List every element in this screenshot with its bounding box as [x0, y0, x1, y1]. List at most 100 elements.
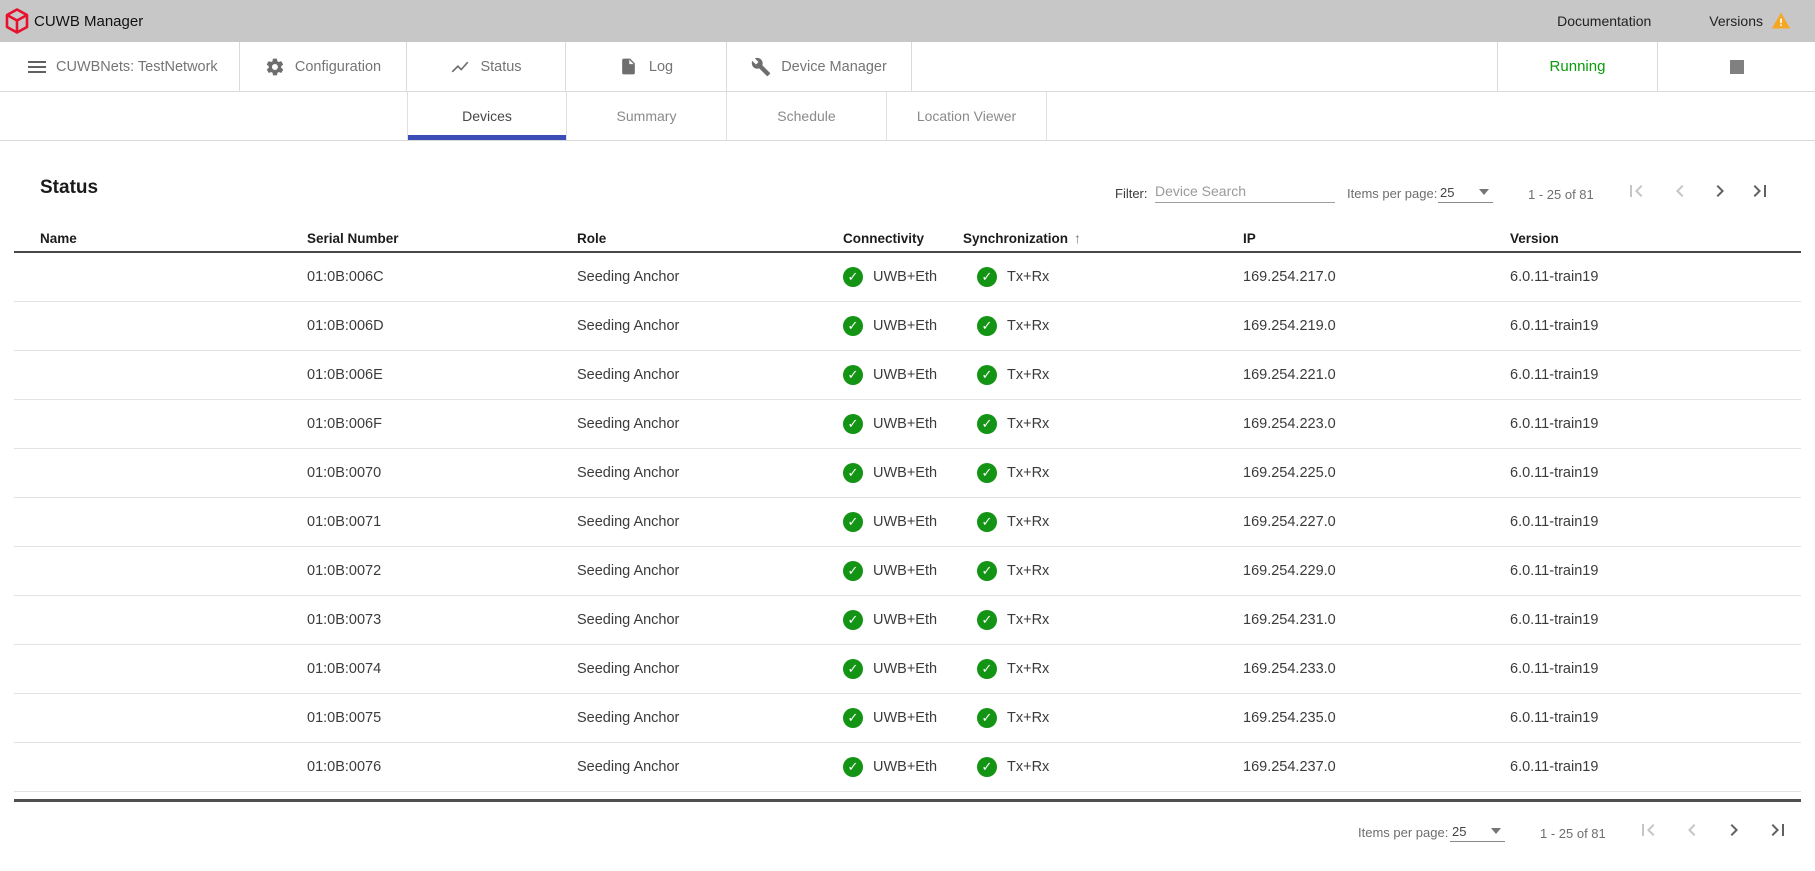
table-row: 01:0B:0074 Seeding Anchor ✓ UWB+Eth ✓ Tx…	[14, 645, 1801, 694]
last-page-button[interactable]	[1764, 816, 1792, 844]
top-bar: CUWB Manager Documentation Versions	[0, 0, 1815, 42]
subtab-schedule-label: Schedule	[777, 108, 835, 124]
cell-role: Seeding Anchor	[577, 710, 843, 726]
versions-link[interactable]: Versions	[1709, 13, 1763, 29]
cell-serial-number: 01:0B:006D	[307, 318, 577, 334]
cell-version: 6.0.11-train19	[1510, 465, 1801, 481]
check-circle-icon: ✓	[843, 561, 863, 581]
cell-version: 6.0.11-train19	[1510, 416, 1801, 432]
documentation-link[interactable]: Documentation	[1557, 13, 1651, 29]
cell-ip: 169.254.231.0	[1243, 612, 1510, 628]
cell-version: 6.0.11-train19	[1510, 514, 1801, 530]
network-label: CUWBNets: TestNetwork	[56, 59, 218, 75]
cell-role: Seeding Anchor	[577, 269, 843, 285]
subtab-location-viewer[interactable]: Location Viewer	[887, 92, 1047, 140]
table-row: 01:0B:0072 Seeding Anchor ✓ UWB+Eth ✓ Tx…	[14, 547, 1801, 596]
tab-configuration[interactable]: Configuration	[240, 42, 407, 91]
tab-device-manager-label: Device Manager	[781, 59, 887, 75]
cell-synchronization: ✓ Tx+Rx	[963, 463, 1243, 483]
page-range-label: 1 - 25 of 81	[1540, 826, 1606, 841]
check-circle-icon: ✓	[843, 267, 863, 287]
cell-version: 6.0.11-train19	[1510, 612, 1801, 628]
table-body: 01:0B:006C Seeding Anchor ✓ UWB+Eth ✓ Tx…	[14, 253, 1801, 792]
column-header-connectivity[interactable]: Connectivity	[843, 231, 963, 246]
cell-role: Seeding Anchor	[577, 416, 843, 432]
column-header-name[interactable]: Name	[14, 231, 307, 246]
column-header-version[interactable]: Version	[1510, 231, 1801, 246]
tab-status[interactable]: Status	[407, 42, 566, 91]
cell-role: Seeding Anchor	[577, 465, 843, 481]
cell-serial-number: 01:0B:006F	[307, 416, 577, 432]
column-header-serial-number[interactable]: Serial Number	[307, 231, 577, 246]
chevron-down-icon	[1479, 189, 1489, 195]
subtab-devices[interactable]: Devices	[407, 92, 567, 140]
cell-serial-number: 01:0B:006C	[307, 269, 577, 285]
device-search-input[interactable]	[1155, 179, 1335, 203]
page-range-label: 1 - 25 of 81	[1528, 187, 1594, 202]
subtab-summary-label: Summary	[617, 108, 677, 124]
cell-connectivity: ✓ UWB+Eth	[843, 365, 963, 385]
next-page-button[interactable]	[1706, 177, 1734, 205]
check-circle-icon: ✓	[843, 365, 863, 385]
cell-ip: 169.254.221.0	[1243, 367, 1510, 383]
check-circle-icon: ✓	[843, 316, 863, 336]
table-row: 01:0B:0076 Seeding Anchor ✓ UWB+Eth ✓ Tx…	[14, 743, 1801, 792]
items-per-page-value: 25	[1452, 824, 1466, 839]
tab-device-manager[interactable]: Device Manager	[727, 42, 912, 91]
cell-synchronization: ✓ Tx+Rx	[963, 365, 1243, 385]
cell-serial-number: 01:0B:0070	[307, 465, 577, 481]
cell-synchronization: ✓ Tx+Rx	[963, 708, 1243, 728]
check-circle-icon: ✓	[843, 659, 863, 679]
items-per-page-label: Items per page:	[1358, 825, 1448, 840]
subtab-schedule[interactable]: Schedule	[727, 92, 887, 140]
items-per-page-select[interactable]: 25	[1450, 818, 1505, 842]
cell-ip: 169.254.217.0	[1243, 269, 1510, 285]
cell-role: Seeding Anchor	[577, 612, 843, 628]
table-row: 01:0B:006F Seeding Anchor ✓ UWB+Eth ✓ Tx…	[14, 400, 1801, 449]
tab-log[interactable]: Log	[566, 42, 727, 91]
check-circle-icon: ✓	[977, 316, 997, 336]
network-menu-button[interactable]: CUWBNets: TestNetwork	[0, 42, 240, 91]
column-header-role[interactable]: Role	[577, 231, 843, 246]
cell-version: 6.0.11-train19	[1510, 318, 1801, 334]
warning-icon[interactable]	[1771, 11, 1791, 31]
cell-ip: 169.254.237.0	[1243, 759, 1510, 775]
table-row: 01:0B:0075 Seeding Anchor ✓ UWB+Eth ✓ Tx…	[14, 694, 1801, 743]
subtab-summary[interactable]: Summary	[567, 92, 727, 140]
check-circle-icon: ✓	[843, 708, 863, 728]
nav-bar: CUWBNets: TestNetwork Configuration Stat…	[0, 42, 1815, 92]
line-chart-icon	[450, 57, 470, 77]
last-page-button[interactable]	[1746, 177, 1774, 205]
tab-status-label: Status	[480, 59, 521, 75]
first-page-button[interactable]	[1622, 177, 1650, 205]
table-row: 01:0B:006E Seeding Anchor ✓ UWB+Eth ✓ Tx…	[14, 351, 1801, 400]
devices-table: Name Serial Number Role Connectivity Syn…	[14, 225, 1801, 802]
cell-version: 6.0.11-train19	[1510, 367, 1801, 383]
column-header-synchronization[interactable]: Synchronization↑	[963, 230, 1243, 246]
check-circle-icon: ✓	[843, 463, 863, 483]
cell-ip: 169.254.233.0	[1243, 661, 1510, 677]
cell-synchronization: ✓ Tx+Rx	[963, 561, 1243, 581]
first-page-button[interactable]	[1634, 816, 1662, 844]
run-state-label: Running	[1550, 58, 1606, 75]
cell-serial-number: 01:0B:0075	[307, 710, 577, 726]
cell-ip: 169.254.225.0	[1243, 465, 1510, 481]
cell-serial-number: 01:0B:0072	[307, 563, 577, 579]
check-circle-icon: ✓	[977, 414, 997, 434]
items-per-page-select[interactable]: 25	[1438, 179, 1493, 203]
check-circle-icon: ✓	[977, 267, 997, 287]
subtab-location-viewer-label: Location Viewer	[917, 108, 1016, 124]
next-page-button[interactable]	[1720, 816, 1748, 844]
cell-synchronization: ✓ Tx+Rx	[963, 512, 1243, 532]
previous-page-button[interactable]	[1678, 816, 1706, 844]
cell-ip: 169.254.223.0	[1243, 416, 1510, 432]
stop-network-button[interactable]	[1657, 42, 1815, 91]
check-circle-icon: ✓	[977, 512, 997, 532]
previous-page-button[interactable]	[1666, 177, 1694, 205]
items-per-page-value: 25	[1440, 185, 1454, 200]
cell-ip: 169.254.219.0	[1243, 318, 1510, 334]
cell-ip: 169.254.227.0	[1243, 514, 1510, 530]
check-circle-icon: ✓	[977, 463, 997, 483]
column-header-ip[interactable]: IP	[1243, 231, 1510, 246]
check-circle-icon: ✓	[977, 365, 997, 385]
